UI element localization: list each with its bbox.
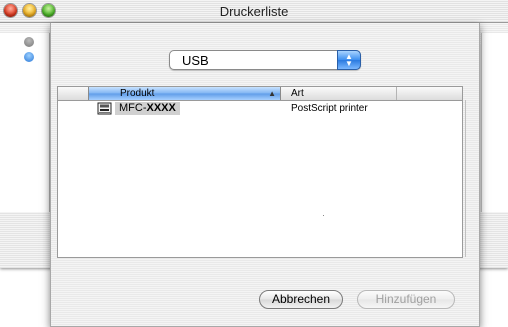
- printer-icon: [97, 102, 112, 115]
- background-scrollbar: [481, 33, 508, 212]
- column-header-art[interactable]: Art: [280, 87, 397, 100]
- product-name-cell: MFC-XXXX: [115, 102, 180, 115]
- up-down-arrows-icon: ▲ ▼: [337, 50, 361, 70]
- product-type-cell: PostScript printer: [291, 103, 368, 114]
- title-bar[interactable]: Druckerliste: [0, 0, 508, 23]
- table-header: Produkt ▲ Art: [58, 87, 462, 101]
- table-artifact: [323, 215, 324, 216]
- product-name-prefix: MFC-: [119, 102, 147, 114]
- connection-type-popup[interactable]: USB ▲ ▼: [169, 50, 361, 70]
- product-name-model: XXXX: [146, 102, 176, 114]
- cancel-button[interactable]: Abbrechen: [259, 290, 343, 309]
- status-blue-icon: [24, 52, 34, 62]
- printer-table[interactable]: Produkt ▲ Art MFC-XXXX PostScript printe…: [57, 86, 466, 258]
- column-header-art-label: Art: [291, 88, 304, 99]
- table-scrollbar[interactable]: [465, 100, 466, 257]
- status-gray-icon: [24, 37, 34, 47]
- column-header-produkt[interactable]: Produkt ▲: [88, 87, 281, 100]
- add-printer-sheet: USB ▲ ▼ Produkt ▲ Art MFC-XXXX PostScript…: [50, 23, 480, 327]
- sort-ascending-icon: ▲: [268, 89, 276, 98]
- table-row[interactable]: MFC-XXXX PostScript printer: [58, 102, 458, 116]
- connection-type-value: USB: [182, 53, 209, 68]
- window-title: Druckerliste: [219, 4, 289, 19]
- column-header-produkt-label: Produkt: [120, 88, 155, 99]
- add-button[interactable]: Hinzufügen: [357, 290, 455, 309]
